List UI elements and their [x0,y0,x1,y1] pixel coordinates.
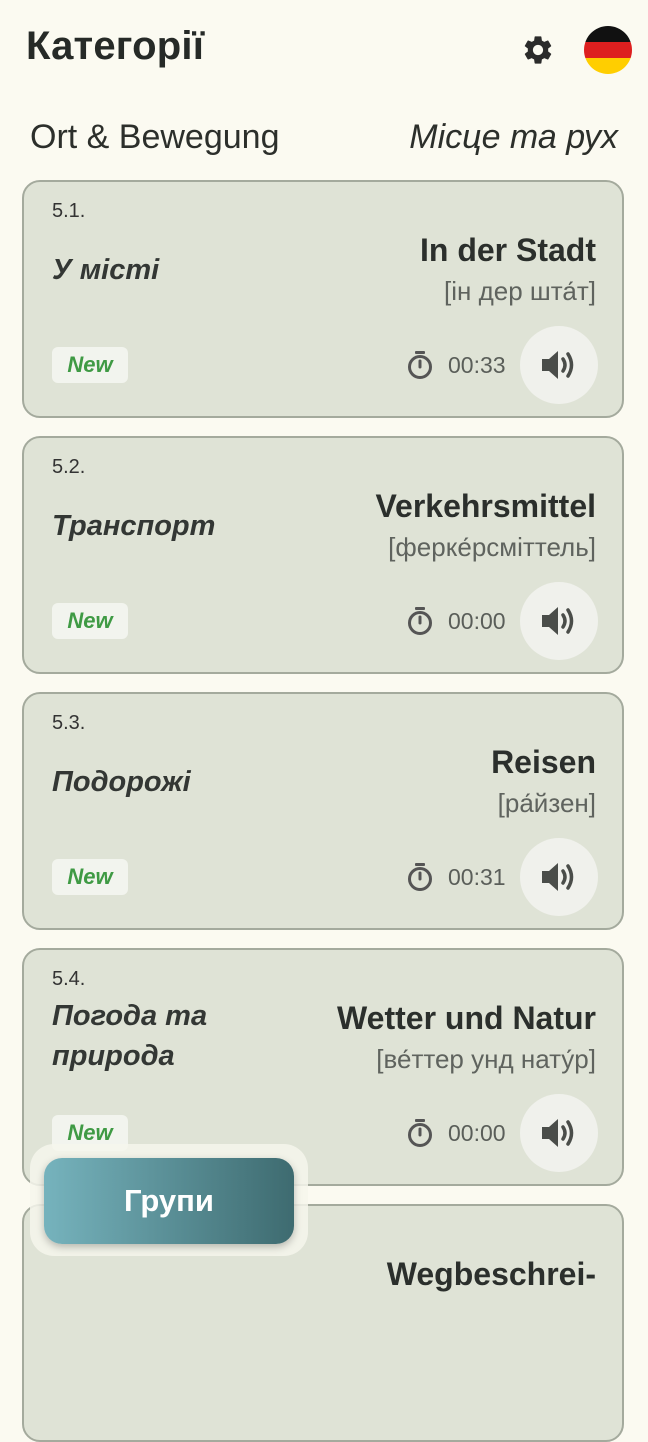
timer: 00:00 [406,1118,506,1148]
topic-number: 5.2. [52,456,86,478]
stopwatch-icon [408,351,432,379]
topic-title-ukrainian: Погода та природа [52,1000,208,1072]
play-audio-button[interactable] [520,1094,598,1172]
topic-transcription: [ве́ттер унд нату́р] [376,1044,596,1074]
topic-title-german: Reisen [491,744,596,780]
topic-list: 5.1. У місті In der Stadt [ін дер шта́т]… [0,0,648,1442]
topic-title-ukrainian: У місті [52,254,160,286]
topic-title-ukrainian: Подорожі [52,766,191,798]
timer: 00:00 [406,606,506,636]
topic-card[interactable]: 5.1. У місті In der Stadt [ін дер шта́т]… [22,180,624,418]
speaker-icon [542,607,574,635]
topic-number: 5.3. [52,712,86,734]
new-badge: New [52,603,128,639]
groups-button[interactable]: Групи [44,1158,294,1244]
topic-card[interactable]: 5.2. Транспорт Verkehrsmittel [ферке́рсм… [22,436,624,674]
topic-title-german: Wetter und Natur [337,1000,596,1036]
topic-transcription: [ін дер шта́т] [444,276,596,306]
topic-title-ukrainian: Транспорт [52,510,216,542]
stopwatch-icon [408,607,432,635]
new-badge: New [52,859,128,895]
timer-value: 00:31 [448,863,506,890]
timer-value: 00:33 [448,351,506,378]
timer-value: 00:00 [448,1119,506,1146]
groups-button-container: Групи [30,1144,308,1256]
new-badge: New [52,347,128,383]
topic-number: 5.1. [52,200,86,222]
topic-card[interactable]: 5.3. Подорожі Reisen [ра́йзен] New 00:31 [22,692,624,930]
speaker-icon [542,863,574,891]
topic-title-german: Verkehrsmittel [375,488,596,524]
topic-transcription: [ра́йзен] [497,788,596,818]
topic-number: 5.4. [52,968,86,990]
timer-value: 00:00 [448,607,506,634]
play-audio-button[interactable] [520,326,598,404]
stopwatch-icon [408,1119,432,1147]
stopwatch-icon [408,863,432,891]
speaker-icon [542,351,574,379]
timer: 00:31 [406,862,506,892]
play-audio-button[interactable] [520,838,598,916]
timer: 00:33 [406,350,506,380]
topic-title-german: Wegbeschrei- [386,1256,596,1292]
topic-transcription: [ферке́рсміттель] [388,532,596,562]
speaker-icon [542,1119,574,1147]
topic-title-german: In der Stadt [419,232,596,268]
play-audio-button[interactable] [520,582,598,660]
